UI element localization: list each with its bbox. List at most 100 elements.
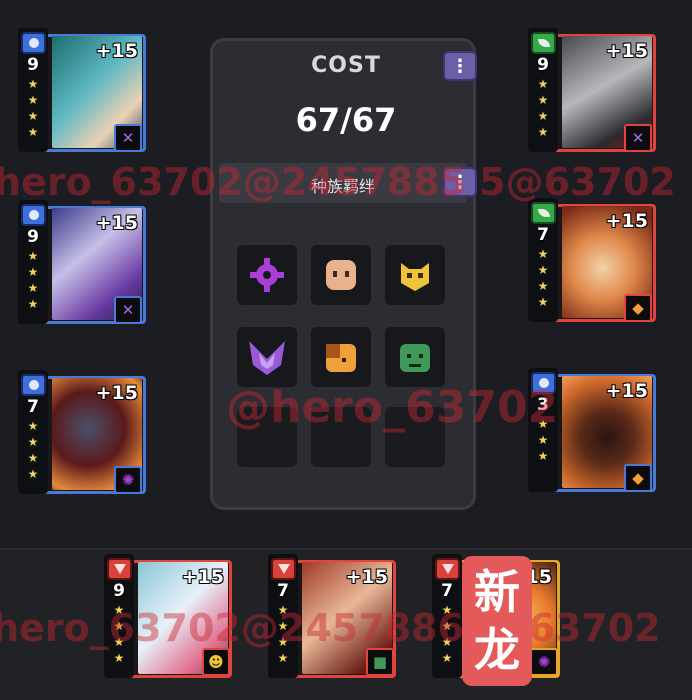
- star-column: ★ ★ ★ ★: [26, 78, 42, 138]
- orange-beast-icon: ◆: [624, 294, 652, 322]
- hero-card-bottom-1[interactable]: 9 ★ ★ ★ ★ +15 ☻: [104, 554, 232, 680]
- hero-card-right-1[interactable]: 9 ★ ★ ★ ★ +15 ✕: [528, 28, 656, 154]
- star-icon: ★: [27, 93, 39, 107]
- star-column: ★ ★ ★ ★: [440, 604, 456, 664]
- hero-level: 9: [27, 55, 39, 75]
- hero-level: 9: [113, 581, 125, 601]
- star-icon: ★: [27, 297, 39, 311]
- star-icon: ★: [537, 93, 549, 107]
- gold-mask-icon: ☻: [202, 648, 230, 676]
- cost-panel: COST ⋮ 67/67 种族羁绊 ⋮: [210, 38, 477, 510]
- star-icon: ★: [537, 125, 549, 139]
- star-icon: ★: [441, 619, 453, 633]
- hero-level: 7: [27, 397, 39, 417]
- star-column: ★ ★ ★ ★: [26, 250, 42, 310]
- green-slime-icon: [400, 344, 430, 372]
- hero-card-right-2[interactable]: 7 ★ ★ ★ ★ +15 ◆: [528, 198, 656, 324]
- star-column: ★ ★ ★ ★: [112, 604, 128, 664]
- star-column: ★ ★ ★: [536, 418, 552, 462]
- hero-level: 7: [441, 581, 453, 601]
- star-icon: ★: [441, 635, 453, 649]
- hero-level: 3: [537, 395, 549, 415]
- star-icon: ★: [537, 263, 549, 277]
- bond-slot-mask[interactable]: [385, 245, 445, 305]
- star-icon: ★: [27, 109, 39, 123]
- star-icon: ★: [537, 433, 549, 447]
- bonus-label: +15: [181, 566, 224, 588]
- star-icon: ★: [537, 417, 549, 431]
- flower-gear-icon: ✺: [530, 648, 558, 676]
- cost-title: COST: [311, 53, 381, 78]
- star-icon: ★: [27, 249, 39, 263]
- flower-gear-icon: ✺: [114, 466, 142, 494]
- bond-slot-empty: [237, 407, 297, 467]
- star-icon: ★: [537, 295, 549, 309]
- star-icon: ★: [27, 419, 39, 433]
- hero-card-left-3[interactable]: 7 ★ ★ ★ ★ +15 ✺: [18, 370, 146, 496]
- purple-wings-icon: ✕: [624, 124, 652, 152]
- star-icon: ★: [27, 435, 39, 449]
- hero-card-left-1[interactable]: 9 ★ ★ ★ ★ +15 ✕: [18, 28, 146, 154]
- star-icon: ★: [27, 467, 39, 481]
- bond-slot-flower[interactable]: [237, 245, 297, 305]
- info-icon[interactable]: ⋮: [443, 51, 477, 81]
- orange-beast-icon: [326, 344, 356, 372]
- xinlong-badge: 新 龙: [462, 556, 532, 686]
- green-leaf-icon: [531, 32, 556, 54]
- hero-level: 9: [27, 227, 39, 247]
- star-icon: ★: [113, 603, 125, 617]
- blue-shield-icon: [21, 32, 46, 54]
- blue-shield-icon: [21, 204, 46, 226]
- star-icon: ★: [27, 125, 39, 139]
- bond-header: 种族羁绊: [219, 163, 467, 203]
- flower-gear-icon: [250, 258, 284, 292]
- bond-slot-wings[interactable]: [237, 327, 297, 387]
- star-icon: ★: [27, 77, 39, 91]
- star-icon: ★: [113, 635, 125, 649]
- red-sword-icon: [107, 558, 132, 580]
- blue-shield-icon: [21, 374, 46, 396]
- bonus-label: +15: [605, 380, 648, 402]
- bonus-label: +15: [95, 212, 138, 234]
- hero-card-right-3[interactable]: 3 ★ ★ ★ +15 ◆: [528, 368, 656, 494]
- purple-wings-icon: ✕: [114, 296, 142, 324]
- bond-label: 种族羁绊: [310, 177, 375, 196]
- star-icon: ★: [113, 651, 125, 665]
- hero-card-bottom-2[interactable]: 7 ★ ★ ★ ★ +15 ■: [268, 554, 396, 680]
- star-icon: ★: [27, 265, 39, 279]
- star-icon: ★: [537, 449, 549, 463]
- red-sword-icon: [435, 558, 460, 580]
- star-icon: ★: [277, 635, 289, 649]
- bond-slot-slime[interactable]: [385, 327, 445, 387]
- badge-char-top: 新: [474, 565, 520, 619]
- badge-char-bottom: 龙: [474, 623, 520, 677]
- star-icon: ★: [537, 279, 549, 293]
- purple-wings-icon: [249, 341, 285, 375]
- green-slime-icon: ■: [366, 648, 394, 676]
- bonus-label: +15: [95, 40, 138, 62]
- blue-shield-icon: [531, 372, 556, 394]
- red-sword-icon: [271, 558, 296, 580]
- star-icon: ★: [441, 603, 453, 617]
- star-column: ★ ★ ★ ★: [276, 604, 292, 664]
- bond-slot-empty: [311, 407, 371, 467]
- bond-slot-face[interactable]: [311, 245, 371, 305]
- star-column: ★ ★ ★ ★: [536, 78, 552, 138]
- star-icon: ★: [441, 651, 453, 665]
- bonus-label: +15: [605, 40, 648, 62]
- star-icon: ★: [277, 651, 289, 665]
- purple-wings-icon: ✕: [114, 124, 142, 152]
- bonus-label: +15: [345, 566, 388, 588]
- star-column: ★ ★ ★ ★: [536, 248, 552, 308]
- bonus-label: +15: [95, 382, 138, 404]
- bond-slot-empty: [385, 407, 445, 467]
- star-icon: ★: [113, 619, 125, 633]
- bond-slot-beast[interactable]: [311, 327, 371, 387]
- star-icon: ★: [537, 77, 549, 91]
- info-icon[interactable]: ⋮: [443, 167, 477, 197]
- star-icon: ★: [537, 109, 549, 123]
- orange-beast-icon: ◆: [624, 464, 652, 492]
- hero-card-left-2[interactable]: 9 ★ ★ ★ ★ +15 ✕: [18, 200, 146, 326]
- star-icon: ★: [277, 619, 289, 633]
- hero-level: 7: [277, 581, 289, 601]
